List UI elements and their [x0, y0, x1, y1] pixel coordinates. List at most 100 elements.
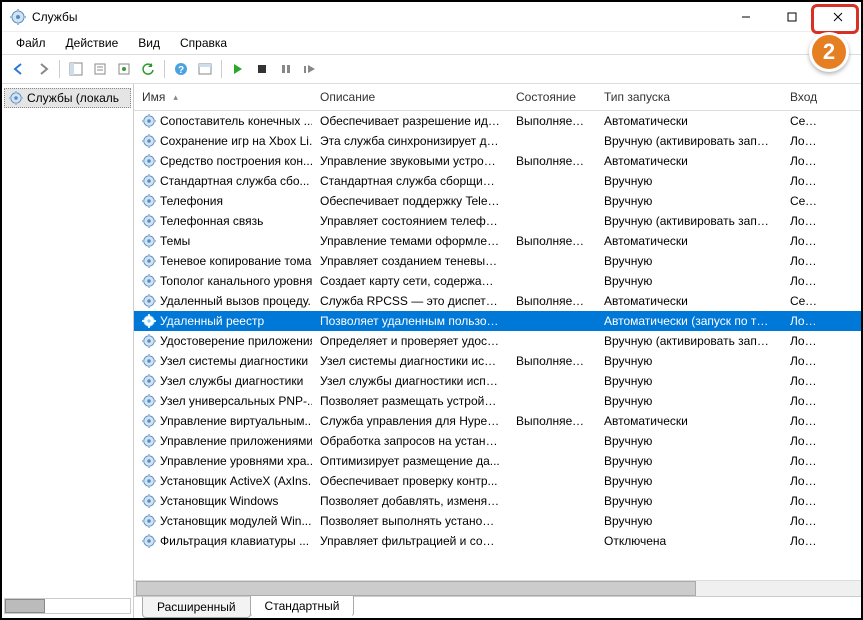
cell-desc: Определяет и проверяет удост...: [312, 334, 508, 348]
cell-name: Теневое копирование тома: [160, 254, 311, 268]
cell-start: Вручную: [596, 494, 782, 508]
menu-help[interactable]: Справка: [172, 34, 235, 52]
table-row[interactable]: Управление приложениямиОбработка запросо…: [134, 431, 861, 451]
close-button[interactable]: [815, 2, 861, 32]
horizontal-scrollbar[interactable]: [134, 580, 861, 596]
table-row[interactable]: Управление уровнями хра...Оптимизирует р…: [134, 451, 861, 471]
menu-view[interactable]: Вид: [130, 34, 168, 52]
stop-button[interactable]: [251, 58, 273, 80]
table-row[interactable]: ТемыУправление темами оформлен...Выполня…: [134, 231, 861, 251]
gear-icon: [142, 254, 156, 268]
restart-button[interactable]: [299, 58, 321, 80]
cell-name: Установщик Windows: [160, 494, 278, 508]
pause-button[interactable]: [275, 58, 297, 80]
gear-icon: [142, 194, 156, 208]
left-scrollbar[interactable]: [4, 598, 131, 614]
gear-icon: [142, 174, 156, 188]
cell-start: Вручную: [596, 254, 782, 268]
table-row[interactable]: Средство построения кон...Управление зву…: [134, 151, 861, 171]
table-row[interactable]: Удаленный реестрПозволяет удаленным поль…: [134, 311, 861, 331]
cell-logon: Локал: [782, 414, 830, 428]
prop-sheet-button[interactable]: [194, 58, 216, 80]
table-row[interactable]: Установщик ActiveX (AxIns...Обеспечивает…: [134, 471, 861, 491]
properties-button[interactable]: [89, 58, 111, 80]
gear-icon: [142, 114, 156, 128]
cell-logon: Локал: [782, 454, 830, 468]
cell-name: Узел службы диагностики: [160, 374, 303, 388]
menu-action[interactable]: Действие: [58, 34, 127, 52]
cell-start: Автоматически: [596, 234, 782, 248]
cell-desc: Узел службы диагностики испо...: [312, 374, 508, 388]
gear-icon: [142, 494, 156, 508]
table-row[interactable]: Удаленный вызов процеду...Служба RPCSS —…: [134, 291, 861, 311]
menu-file[interactable]: Файл: [8, 34, 54, 52]
cell-logon: Локал: [782, 534, 830, 548]
minimize-button[interactable]: [723, 2, 769, 32]
cell-desc: Обеспечивает поддержку Telep...: [312, 194, 508, 208]
maximize-button[interactable]: [769, 2, 815, 32]
cell-logon: Локал: [782, 494, 830, 508]
cell-desc: Служба управления для Hyper-...: [312, 414, 508, 428]
table-row[interactable]: Стандартная служба сбо...Стандартная слу…: [134, 171, 861, 191]
cell-name: Сохранение игр на Xbox Li...: [160, 134, 312, 148]
col-name-header[interactable]: Имя▴: [134, 84, 312, 110]
table-row[interactable]: Фильтрация клавиатуры ...Управляет фильт…: [134, 531, 861, 551]
cell-logon: Локал: [782, 174, 830, 188]
cell-start: Вручную: [596, 194, 782, 208]
col-desc-header[interactable]: Описание: [312, 84, 508, 110]
help-button[interactable]: ?: [170, 58, 192, 80]
gear-icon: [142, 474, 156, 488]
sort-indicator-icon: ▴: [173, 92, 178, 103]
table-row[interactable]: Узел системы диагностикиУзел системы диа…: [134, 351, 861, 371]
table-row[interactable]: Тополог канального уровняСоздает карту с…: [134, 271, 861, 291]
cell-state: Выполняется: [508, 114, 596, 128]
gear-icon: [142, 334, 156, 348]
table-row[interactable]: Установщик модулей Win...Позволяет выпол…: [134, 511, 861, 531]
cell-desc: Эта служба синхронизирует да...: [312, 134, 508, 148]
gear-icon: [142, 394, 156, 408]
table-row[interactable]: Удостоверение приложенияОпределяет и про…: [134, 331, 861, 351]
table-row[interactable]: Установщик WindowsПозволяет добавлять, и…: [134, 491, 861, 511]
cell-logon: Локал: [782, 234, 830, 248]
cell-start: Вручную (активировать запуск): [596, 214, 782, 228]
table-row[interactable]: Теневое копирование томаУправляет создан…: [134, 251, 861, 271]
export-button[interactable]: [113, 58, 135, 80]
cell-logon: Локал: [782, 354, 830, 368]
cell-start: Вручную: [596, 174, 782, 188]
table-row[interactable]: Узел универсальных PNP-...Позволяет разм…: [134, 391, 861, 411]
table-row[interactable]: ТелефонияОбеспечивает поддержку Telep...…: [134, 191, 861, 211]
cell-desc: Управляет фильтрацией и сопо...: [312, 534, 508, 548]
play-button[interactable]: [227, 58, 249, 80]
back-button[interactable]: [8, 58, 30, 80]
app-icon: [10, 9, 26, 25]
cell-start: Автоматически: [596, 294, 782, 308]
grid-header: Имя▴ Описание Состояние Тип запуска Вход: [134, 84, 861, 111]
step-badge: 2: [809, 32, 849, 72]
col-start-header[interactable]: Тип запуска: [596, 84, 782, 110]
table-row[interactable]: Телефонная связьУправляет состоянием тел…: [134, 211, 861, 231]
show-hide-tree-button[interactable]: [65, 58, 87, 80]
table-row[interactable]: Сохранение игр на Xbox Li...Эта служба с…: [134, 131, 861, 151]
refresh-button[interactable]: [137, 58, 159, 80]
gear-icon: [142, 134, 156, 148]
table-row[interactable]: Управление виртуальным...Служба управлен…: [134, 411, 861, 431]
cell-start: Вручную (активировать запуск): [596, 134, 782, 148]
tab-extended[interactable]: Расширенный: [142, 597, 251, 618]
cell-start: Вручную: [596, 394, 782, 408]
table-row[interactable]: Узел службы диагностики Узел службы диагн…: [134, 371, 861, 391]
table-row[interactable]: Сопоставитель конечных ...Обеспечивает р…: [134, 111, 861, 131]
cell-start: Вручную: [596, 274, 782, 288]
cell-name: Управление приложениями: [160, 434, 312, 448]
tree-item-services[interactable]: Службы (локаль: [4, 88, 131, 108]
cell-desc: Позволяет размещать устройст...: [312, 394, 508, 408]
grid-body[interactable]: Сопоставитель конечных ...Обеспечивает р…: [134, 111, 861, 579]
cell-logon: Локал: [782, 374, 830, 388]
cell-desc: Обеспечивает проверку контр...: [312, 474, 508, 488]
col-logon-header[interactable]: Вход: [782, 84, 830, 110]
tab-standard[interactable]: Стандартный: [250, 596, 355, 617]
cell-state: Выполняется: [508, 234, 596, 248]
cell-desc: Стандартная служба сборщика...: [312, 174, 508, 188]
forward-button[interactable]: [32, 58, 54, 80]
titlebar: Службы: [2, 2, 861, 32]
col-state-header[interactable]: Состояние: [508, 84, 596, 110]
